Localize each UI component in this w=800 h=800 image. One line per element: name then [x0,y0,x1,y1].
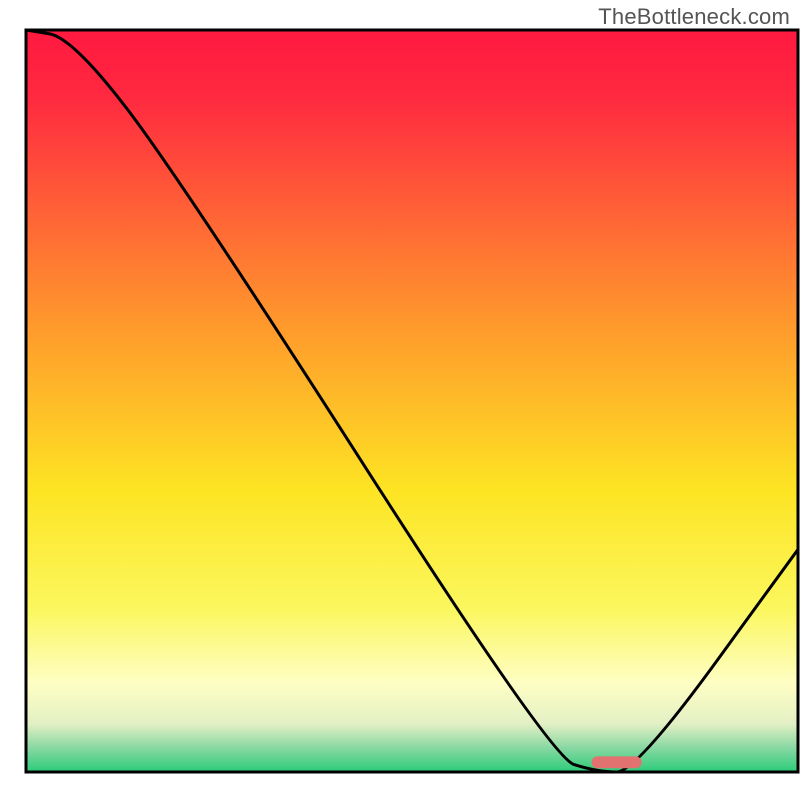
gradient-background [26,30,798,772]
optimal-marker [591,756,641,768]
chart-container: TheBottleneck.com [0,0,800,800]
bottleneck-chart [0,0,800,800]
plot-area [26,30,798,772]
